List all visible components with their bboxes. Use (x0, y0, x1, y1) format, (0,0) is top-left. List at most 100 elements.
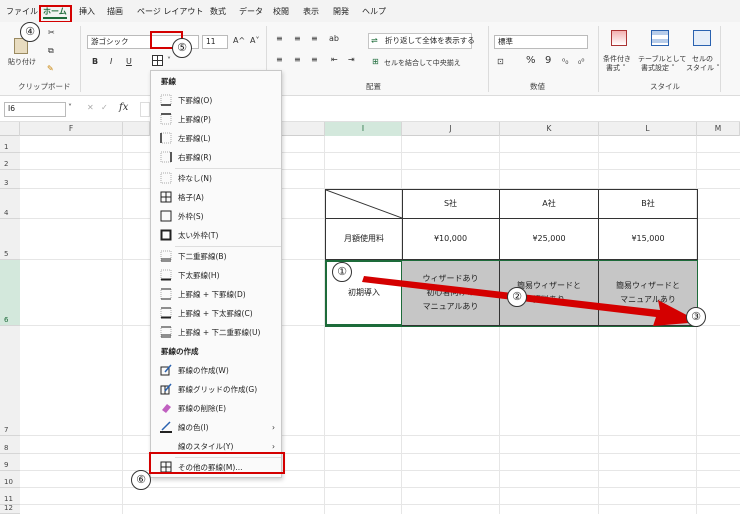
tab-file[interactable]: ファイル (6, 5, 38, 19)
name-box-chevron-icon[interactable]: ˅ (68, 103, 72, 112)
draw-border-grid-icon (160, 383, 172, 395)
tab-view[interactable]: 表示 (303, 5, 319, 19)
monthly-fee-a[interactable]: ¥25,000 (500, 219, 599, 260)
menu-item-right-border[interactable]: 右罫線(R) (151, 148, 281, 166)
row-header-4[interactable]: 4 (0, 189, 20, 219)
menu-item-bottom-double-border[interactable]: 下二重罫線(B) (151, 247, 281, 265)
no-border-icon (160, 172, 172, 184)
menu-item-erase-border[interactable]: 罫線の削除(E) (151, 399, 281, 417)
decrease-decimal-icon[interactable]: ₀⁰ (578, 57, 584, 66)
cancel-icon[interactable]: ✕ (87, 103, 94, 112)
monthly-fee-b[interactable]: ¥15,000 (599, 219, 698, 260)
row-header-5[interactable]: 5 (0, 219, 20, 260)
borders-icon[interactable] (152, 55, 163, 66)
menu-item-thick-outside-borders[interactable]: 太い外枠(T) (151, 226, 281, 244)
conditional-formatting-icon[interactable] (611, 30, 627, 46)
row-header-12[interactable]: 12 (0, 504, 20, 514)
orientation-icon[interactable]: ab (329, 34, 339, 43)
format-as-table-sub: 書式設定 ˅ (641, 64, 675, 72)
row-header-6[interactable]: 6 (0, 260, 20, 326)
col-header-f[interactable]: F (20, 122, 123, 136)
format-as-table-icon[interactable] (651, 30, 669, 46)
tab-developer[interactable]: 開発 (333, 5, 349, 19)
row-header-10[interactable]: 10 (0, 471, 20, 488)
format-painter-icon[interactable]: ✎ (47, 64, 54, 73)
italic-button[interactable]: I (110, 57, 112, 66)
header-cell-a[interactable]: A社 (500, 189, 599, 219)
menu-item-outside-borders[interactable]: 外枠(S) (151, 207, 281, 225)
number-format-select[interactable]: 標準 (494, 35, 588, 49)
col-header-k[interactable]: K (500, 122, 599, 136)
tab-data[interactable]: データ (239, 5, 263, 19)
name-box[interactable]: I6 (4, 102, 66, 117)
decrease-indent-icon[interactable]: ⇤ (331, 55, 338, 64)
tab-insert[interactable]: 挿入 (79, 5, 95, 19)
col-header-l[interactable]: L (599, 122, 697, 136)
row-header-1[interactable]: 1 (0, 136, 20, 153)
font-size-select[interactable]: 11 (202, 35, 228, 49)
menu-item-draw-border-grid[interactable]: 罫線グリッドの作成(G) (151, 380, 281, 398)
menu-item-left-border[interactable]: 左罫線(L) (151, 129, 281, 147)
insert-function-button[interactable]: fx (119, 102, 128, 113)
shrink-font-button[interactable]: A˅ (250, 36, 259, 45)
menu-item-bottom-border[interactable]: 下罫線(O) (151, 91, 281, 109)
column-headers: F I J K L M (0, 122, 740, 136)
select-all-corner[interactable] (0, 122, 20, 136)
tab-formulas[interactable]: 数式 (210, 5, 226, 19)
grow-font-button[interactable]: A^ (233, 36, 245, 45)
header-cell-s[interactable]: S社 (402, 189, 500, 219)
increase-decimal-icon[interactable]: ⁰₀ (562, 57, 568, 66)
col-header-i[interactable]: I (325, 122, 402, 136)
percent-button[interactable]: % (526, 55, 536, 66)
corner-cell[interactable] (325, 189, 403, 219)
align-center-icon[interactable]: ≡ (294, 55, 301, 64)
bottom-align-icon[interactable]: ≡ (311, 34, 318, 43)
menu-item-top-border[interactable]: 上罫線(P) (151, 110, 281, 128)
tab-help[interactable]: ヘルプ (362, 5, 386, 19)
bold-button[interactable]: B (92, 57, 98, 66)
enter-icon[interactable]: ✓ (101, 103, 108, 112)
tab-draw[interactable]: 描画 (107, 5, 123, 19)
row-header-2[interactable]: 2 (0, 153, 20, 170)
menu-item-line-color[interactable]: 線の色(I) › (151, 418, 281, 436)
divider (488, 26, 489, 92)
menu-item-no-border[interactable]: 枠なし(N) (151, 169, 281, 187)
menu-item-all-borders[interactable]: 格子(A) (151, 188, 281, 206)
increase-indent-icon[interactable]: ⇥ (348, 55, 355, 64)
row-header-8[interactable]: 8 (0, 436, 20, 454)
align-left-icon[interactable]: ≡ (276, 55, 283, 64)
col-header-j[interactable]: J (402, 122, 500, 136)
row-header-7[interactable]: 7 (0, 326, 20, 436)
monthly-fee-s[interactable]: ¥10,000 (402, 219, 500, 260)
menu-item-thick-bottom-border[interactable]: 下太罫線(H) (151, 266, 281, 284)
paste-button[interactable]: 貼り付け (8, 57, 36, 67)
cell-styles-icon[interactable] (693, 30, 711, 46)
row-label-monthly-fee[interactable]: 月額使用料 (325, 219, 403, 260)
merge-center-button[interactable]: セルを結合して中央揃え (384, 58, 461, 68)
menu-item-top-bottom-border[interactable]: 上罫線 + 下罫線(D) (151, 285, 281, 303)
middle-align-icon[interactable]: ≡ (294, 34, 301, 43)
header-cell-b[interactable]: B社 (599, 189, 698, 219)
row-header-9[interactable]: 9 (0, 454, 20, 471)
col-header-h[interactable] (282, 122, 325, 136)
top-align-icon[interactable]: ≡ (276, 34, 283, 43)
currency-icon[interactable]: ⊡ (497, 57, 504, 66)
borders-dropdown-chevron-icon[interactable]: ˅ (167, 56, 171, 65)
col-header-m[interactable]: M (697, 122, 740, 136)
row-header-3[interactable]: 3 (0, 170, 20, 189)
tab-review[interactable]: 校閲 (273, 5, 289, 19)
wrap-text-button[interactable]: 折り返して全体を表示する (368, 33, 475, 49)
gridline (122, 136, 123, 514)
menu-item-top-thick-bottom-border[interactable]: 上罫線 + 下太罫線(C) (151, 304, 281, 322)
row-header-11[interactable]: 11 (0, 488, 20, 505)
align-right-icon[interactable]: ≡ (311, 55, 318, 64)
copy-icon[interactable]: ⧉ (48, 46, 54, 56)
cut-icon[interactable]: ✂ (48, 28, 55, 37)
menu-item-top-double-bottom-border[interactable]: 上罫線 + 下二重罫線(U) (151, 323, 281, 341)
col-header-g[interactable] (123, 122, 150, 136)
tab-page-layout[interactable]: ページ レイアウト (137, 5, 203, 19)
formula-input[interactable] (140, 102, 150, 117)
menu-item-draw-border[interactable]: 罫線の作成(W) (151, 361, 281, 379)
comma-style-button[interactable]: 9 (545, 55, 551, 66)
underline-button[interactable]: U (126, 57, 132, 66)
